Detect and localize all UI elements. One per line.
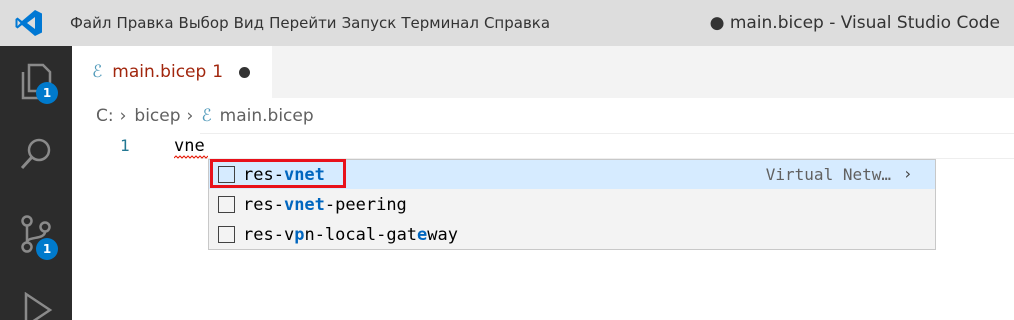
- menu-file[interactable]: Файл: [70, 14, 111, 32]
- menu-help[interactable]: Справка: [484, 14, 550, 32]
- menu-go[interactable]: Перейти: [269, 14, 337, 32]
- current-line-highlight: [200, 133, 1014, 159]
- menu-view[interactable]: Вид: [234, 14, 264, 32]
- source-control-badge: 1: [36, 238, 58, 260]
- line-number: 1: [120, 136, 130, 155]
- annotation-highlight-box: [210, 159, 346, 188]
- window-title: ● main.bicep - Visual Studio Code: [709, 13, 1000, 33]
- menu-terminal[interactable]: Терминал: [401, 14, 479, 32]
- breadcrumb-folder[interactable]: bicep: [134, 106, 180, 126]
- tab-main-bicep[interactable]: ℰ main.bicep 1: [72, 46, 272, 98]
- menu-bar: Файл Правка Выбор Вид Перейти Запуск Тер…: [70, 0, 555, 46]
- bicep-file-icon: ℰ: [92, 62, 103, 82]
- unsaved-dot-icon[interactable]: [239, 66, 251, 78]
- activity-bar: 1 1: [0, 46, 72, 320]
- suggestion-item[interactable]: res-vpn-local-gateway: [209, 220, 935, 249]
- suggestion-detail: Virtual Netw…: [765, 165, 891, 184]
- bicep-file-icon: ℰ: [201, 106, 212, 126]
- tab-bar: ℰ main.bicep 1: [72, 46, 1014, 98]
- menu-selection[interactable]: Выбор: [179, 14, 229, 32]
- menu-edit[interactable]: Правка: [116, 14, 173, 32]
- title-bar: Файл Правка Выбор Вид Перейти Запуск Тер…: [0, 0, 1014, 46]
- snippet-icon: [218, 196, 235, 213]
- tab-label: main.bicep: [112, 62, 207, 82]
- search-icon: [20, 138, 51, 170]
- breadcrumb-drive[interactable]: C:: [96, 106, 114, 126]
- source-control-button[interactable]: 1: [0, 198, 72, 270]
- breadcrumb: C: › bicep › ℰ main.bicep: [96, 102, 320, 130]
- menu-run[interactable]: Запуск: [342, 14, 397, 32]
- run-debug-button[interactable]: [0, 282, 72, 320]
- snippet-icon: [218, 226, 235, 243]
- breadcrumb-file[interactable]: main.bicep: [220, 106, 314, 126]
- suggestion-label: res-vnet-peering: [243, 194, 407, 215]
- vscode-logo-icon: [15, 10, 42, 36]
- chevron-right-icon: ›: [186, 106, 194, 126]
- search-button[interactable]: [0, 118, 72, 190]
- run-debug-icon: [24, 292, 53, 320]
- tab-problem-count: 1: [212, 62, 224, 82]
- chevron-right-icon[interactable]: ›: [905, 160, 911, 189]
- error-squiggle: [174, 155, 208, 159]
- explorer-badge: 1: [36, 82, 58, 104]
- explorer-button[interactable]: 1: [0, 46, 72, 118]
- suggestion-label: res-vpn-local-gateway: [243, 224, 459, 245]
- chevron-right-icon: ›: [119, 106, 127, 126]
- suggestion-item[interactable]: res-vnet-peering: [209, 190, 935, 219]
